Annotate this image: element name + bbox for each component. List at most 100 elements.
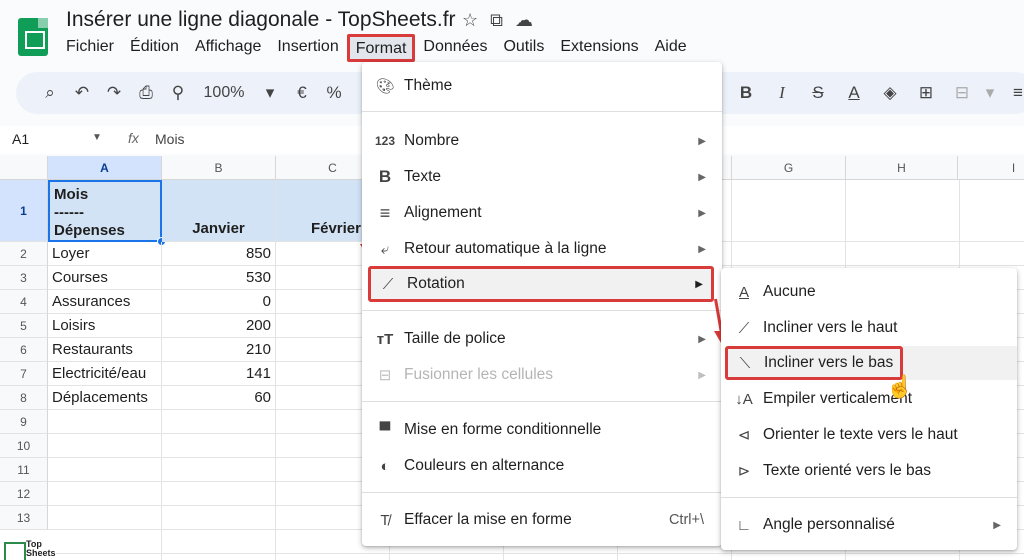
row-header[interactable]: 10 <box>0 434 48 458</box>
menu-fichier[interactable]: Fichier <box>58 36 122 60</box>
wrap-icon: ⤶ <box>380 240 390 258</box>
menu-affichage[interactable]: Affichage <box>187 36 269 60</box>
menu-format[interactable]: Format <box>346 34 416 62</box>
menu-item-label: Effacer la mise en forme <box>404 511 572 528</box>
cloud-status-icon: ☁ <box>515 10 533 30</box>
merge-cells-icon[interactable]: ⊟ <box>944 78 980 108</box>
cell-label[interactable]: Loyer <box>48 242 162 266</box>
menu-item-tilt-up[interactable]: ⟋ Incliner vers le haut <box>721 311 1017 345</box>
submenu-arrow-icon: ▶ <box>695 278 703 290</box>
select-all-corner[interactable] <box>0 156 48 180</box>
column-header-i[interactable]: I <box>958 156 1024 180</box>
align-left-icon[interactable]: ≡ <box>1000 78 1024 108</box>
row-header[interactable]: 6 <box>0 338 48 362</box>
cell-label[interactable]: Assurances <box>48 290 162 314</box>
menu-item-tilt-down[interactable]: ⟍ Incliner vers le bas <box>725 346 903 380</box>
menu-item-alignment[interactable]: ≡ Alignement ▶ <box>362 196 722 230</box>
menu-item-conditional-format[interactable]: ▀ Mise en forme conditionnelle <box>362 413 722 447</box>
row-header[interactable]: 1 <box>0 180 48 242</box>
menu-item-rotate-down[interactable]: ⊳ Texte orienté vers le bas <box>721 454 1017 488</box>
print-icon[interactable]: ⎙ <box>130 78 162 108</box>
menu-item-clear-format[interactable]: T̸ Effacer la mise en forme Ctrl+\ <box>362 503 722 537</box>
search-icon[interactable]: ⌕ <box>34 78 66 108</box>
row-header[interactable]: 3 <box>0 266 48 290</box>
menu-shortcut: Ctrl+\ <box>668 512 704 528</box>
bold-icon[interactable]: B <box>728 78 764 108</box>
menu-item-theme[interactable]: 🎨︎ Thème <box>362 69 722 103</box>
rotate-down-icon: ⊳ <box>737 463 751 480</box>
cell-a1[interactable]: Mois ------ Dépenses <box>48 180 162 242</box>
menu-item-label: Angle personnalisé <box>763 516 895 533</box>
chevron-down-icon[interactable]: ▾ <box>980 78 1000 108</box>
percent-button[interactable]: % <box>318 78 350 108</box>
row-header[interactable]: 5 <box>0 314 48 338</box>
rotation-submenu: A Aucune ⟋ Incliner vers le haut ⟍ Incli… <box>721 268 1017 550</box>
menu-insertion[interactable]: Insertion <box>269 36 346 60</box>
tilt-down-icon: ⟍ <box>739 354 751 372</box>
menu-item-label: Mise en forme conditionnelle <box>404 421 602 438</box>
undo-icon[interactable]: ↶ <box>66 78 98 108</box>
column-header-b[interactable]: B <box>162 156 276 180</box>
menu-item-rotate-up[interactable]: ⊲ Orienter le texte vers le haut <box>721 418 1017 452</box>
menu-extensions[interactable]: Extensions <box>552 36 646 60</box>
cell-value[interactable]: 210 <box>162 338 276 362</box>
column-header-a[interactable]: A <box>48 156 162 180</box>
row-header[interactable]: 11 <box>0 458 48 482</box>
row-header[interactable]: 12 <box>0 482 48 506</box>
cell-b1[interactable]: Janvier <box>162 180 276 242</box>
menu-item-stack-vertical[interactable]: ↓A Empiler verticalement <box>721 382 1017 416</box>
column-header-g[interactable]: G <box>732 156 846 180</box>
menu-item-wrap[interactable]: ⤶ Retour automatique à la ligne ▶ <box>362 232 722 266</box>
row-header[interactable]: 4 <box>0 290 48 314</box>
paint-format-icon[interactable]: ⚲ <box>162 78 194 108</box>
row-header[interactable]: 13 <box>0 506 48 530</box>
menu-item-label: Texte orienté vers le bas <box>763 462 932 479</box>
menu-item-alternating-colors[interactable]: ◐ Couleurs en alternance <box>362 449 722 483</box>
cell-value[interactable]: 200 <box>162 314 276 338</box>
drop-icon: ◐ <box>380 457 390 475</box>
menu-item-rotation[interactable]: ⟋ Rotation ▶ <box>368 266 714 302</box>
menu-item-custom-angle[interactable]: ∟ Angle personnalisé ▶ <box>721 508 1017 542</box>
star-icon[interactable]: ☆ <box>462 10 478 31</box>
cell-value[interactable]: 60 <box>162 386 276 410</box>
row-header[interactable]: 2 <box>0 242 48 266</box>
menu-donnees[interactable]: Données <box>415 36 495 60</box>
menu-edition[interactable]: Édition <box>122 36 187 60</box>
cell-label[interactable]: Courses <box>48 266 162 290</box>
italic-icon[interactable]: I <box>764 78 800 108</box>
fill-color-icon[interactable]: ◈ <box>872 78 908 108</box>
row-header[interactable]: 7 <box>0 362 48 386</box>
font-size-icon: тT <box>376 330 394 348</box>
document-title[interactable]: Insérer une ligne diagonale - TopSheets.… <box>66 8 456 32</box>
cell-value[interactable]: 850 <box>162 242 276 266</box>
currency-button[interactable]: € <box>286 78 318 108</box>
menu-item-number[interactable]: 123 Nombre ▶ <box>362 124 722 158</box>
cell-value[interactable]: 141 <box>162 362 276 386</box>
strikethrough-icon[interactable]: S <box>800 78 836 108</box>
borders-icon[interactable]: ⊞ <box>908 78 944 108</box>
menu-item-text[interactable]: B Texte ▶ <box>362 160 722 194</box>
cell-value[interactable]: 530 <box>162 266 276 290</box>
menu-aide[interactable]: Aide <box>647 36 695 60</box>
menu-item-label: Retour automatique à la ligne <box>404 240 607 257</box>
redo-icon[interactable]: ↷ <box>98 78 130 108</box>
zoom-select[interactable]: 100% <box>194 78 254 108</box>
menu-item-rotation-none[interactable]: A Aucune <box>721 275 1017 309</box>
formula-input[interactable]: Mois <box>155 131 185 147</box>
row-header[interactable]: 9 <box>0 410 48 434</box>
cell-label[interactable]: Loisirs <box>48 314 162 338</box>
cell-value[interactable]: 0 <box>162 290 276 314</box>
cell-label[interactable]: Electricité/eau <box>48 362 162 386</box>
column-header-h[interactable]: H <box>846 156 958 180</box>
cell-label[interactable]: Restaurants <box>48 338 162 362</box>
menu-item-font-size[interactable]: тT Taille de police ▶ <box>362 322 722 356</box>
row-header[interactable]: 8 <box>0 386 48 410</box>
menu-outils[interactable]: Outils <box>495 36 552 60</box>
name-box[interactable]: A1 <box>12 131 29 147</box>
chevron-down-icon[interactable]: ▼ <box>92 132 102 143</box>
text-color-icon[interactable]: A <box>836 78 872 108</box>
sheets-logo-icon[interactable] <box>18 18 48 56</box>
cell-label[interactable]: Déplacements <box>48 386 162 410</box>
move-folder-icon[interactable]: ⧉ <box>490 10 503 31</box>
chevron-down-icon[interactable]: ▾ <box>254 78 286 108</box>
